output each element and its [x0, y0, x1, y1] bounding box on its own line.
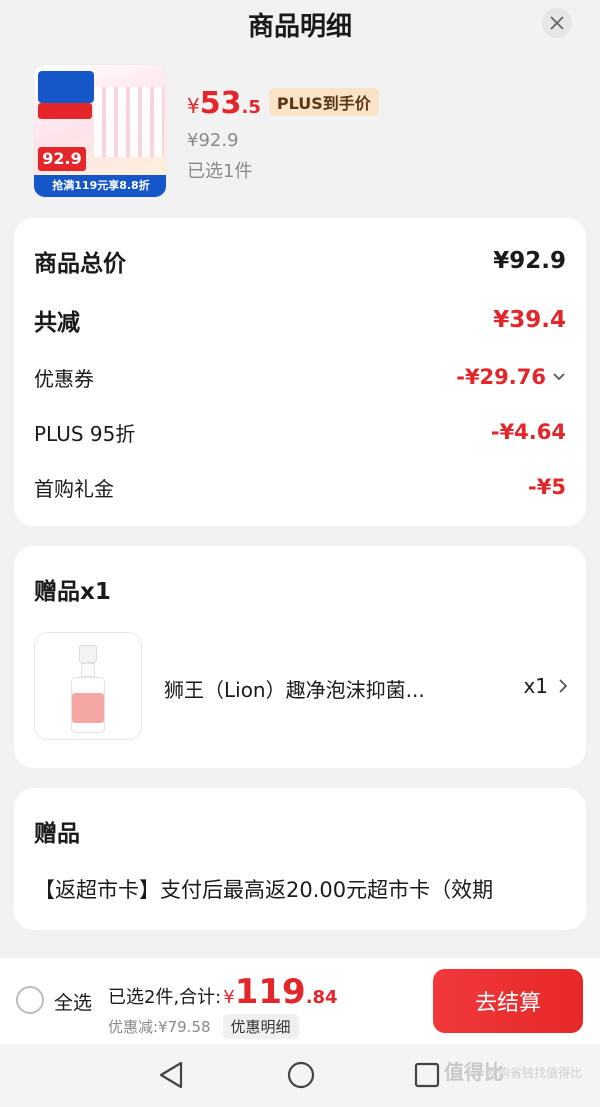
close-icon [550, 16, 564, 30]
gift-product-image[interactable] [34, 632, 142, 740]
back-triangle-icon[interactable] [157, 1060, 185, 1090]
chevron-right-icon [559, 679, 568, 693]
product-thumbnail: 92.9 抢满119元享8.8折 [33, 64, 167, 198]
price-breakdown-card: 商品总价 ¥92.9 共减 ¥39.4 优惠券 -¥29.76 PLUS 95折… [14, 218, 586, 526]
recent-apps-icon[interactable] [414, 1062, 440, 1088]
total-discount-row: 共减 ¥39.4 [34, 307, 566, 336]
select-all-label[interactable]: 全选 [54, 988, 92, 1015]
gift-product-name[interactable]: 狮王（Lion）趣净泡沫抑菌... [164, 674, 464, 703]
product-summary: 92.9 抢满119元享8.8折 ¥ 53 .5 PLUS到手价 ¥92.9 已… [33, 64, 573, 204]
close-button[interactable] [542, 8, 572, 38]
watermark-slogan: 网购省钱找值得比 [486, 1066, 583, 1080]
thumb-promo-bar: 抢满119元享8.8折 [34, 175, 166, 197]
discount-summary: 优惠减:¥79.58 优惠明细 [108, 1014, 299, 1039]
coupon-row[interactable]: 优惠券 -¥29.76 [34, 362, 566, 392]
system-nav-bar: 值得比 网购省钱找值得比 [0, 1044, 600, 1107]
gift-section-title: 赠品x1 [34, 579, 111, 605]
gift-note-title: 赠品 [34, 821, 80, 847]
plus-price-tag: PLUS到手价 [268, 88, 379, 116]
total-price-row: 商品总价 ¥92.9 [34, 248, 566, 277]
first-purchase-gift-row: 首购礼金 -¥5 [34, 475, 566, 501]
checkout-button[interactable]: 去结算 [433, 969, 583, 1033]
header: 商品明细 [0, 0, 600, 50]
checkout-bar: 全选 已选2件,合计: ¥ 119 .84 优惠减:¥79.58 优惠明细 去结… [0, 958, 600, 1044]
product-info: ¥ 53 .5 PLUS到手价 ¥92.9 已选1件 [187, 86, 379, 183]
gift-note-description: 【返超市卡】支付后最高返20.00元超市卡（效期 [34, 878, 494, 902]
thumb-price-badge: 92.9 [38, 147, 86, 171]
original-price: ¥92.9 [187, 130, 239, 151]
selected-quantity: 已选1件 [187, 161, 253, 182]
chevron-down-icon [553, 373, 565, 381]
plus-discount-row: PLUS 95折 -¥4.64 [34, 420, 566, 446]
total-summary: 已选2件,合计: ¥ 119 .84 [108, 972, 338, 1012]
gift-quantity[interactable]: x1 [523, 674, 568, 698]
home-circle-icon[interactable] [287, 1060, 315, 1090]
gift-note-card: 赠品 【返超市卡】支付后最高返20.00元超市卡（效期 [14, 788, 586, 930]
product-price: ¥ 53 .5 PLUS到手价 [187, 86, 379, 124]
page-title: 商品明细 [247, 12, 352, 42]
select-all-radio[interactable] [16, 986, 44, 1014]
page: 商品明细 92.9 抢满119元享8.8折 ¥ 53 .5 PLUS到手价 ¥9… [0, 0, 600, 1107]
gift-card: 赠品x1 狮王（Lion）趣净泡沫抑菌... x1 [14, 546, 586, 768]
discount-detail-button[interactable]: 优惠明细 [222, 1014, 299, 1039]
